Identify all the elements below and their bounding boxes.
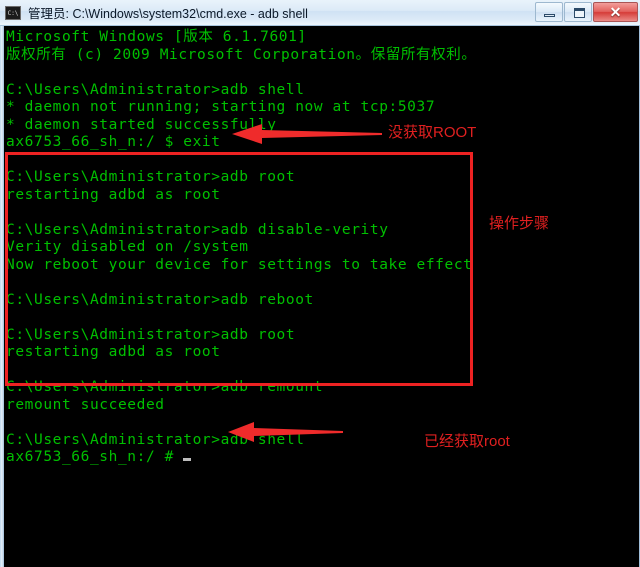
console-output-area[interactable]: Microsoft Windows [版本 6.1.7601] 版权所有 (c) … — [4, 27, 639, 567]
minimize-button[interactable] — [535, 2, 563, 22]
annotation-operation-steps: 操作步骤 — [489, 215, 550, 232]
maximize-button[interactable] — [564, 2, 592, 22]
console-line: C:\Users\Administrator>adb shell — [6, 81, 305, 98]
text-cursor — [182, 458, 191, 461]
console-line: Now reboot your device for settings to t… — [6, 256, 473, 273]
console-line: ax6753_66_sh_n:/ # — [6, 449, 637, 467]
annotation-no-root: 没获取ROOT — [388, 124, 477, 141]
console-line: ax6753_66_sh_n:/ $ exit — [6, 134, 221, 150]
console-line: C:\Users\Administrator>adb remount — [6, 379, 324, 395]
console-line: C:\Users\Administrator>adb shell — [6, 431, 305, 448]
title-bar[interactable]: C:\ 管理员: C:\Windows\system32\cmd.exe - a… — [0, 0, 640, 26]
console-line: Microsoft Windows [版本 6.1.7601] — [6, 29, 307, 45]
minimize-icon — [544, 14, 555, 17]
window-title: 管理员: C:\Windows\system32\cmd.exe - adb s… — [28, 7, 308, 21]
maximize-icon — [574, 8, 585, 18]
console-lines: Microsoft Windows [版本 6.1.7601] 版权所有 (c) … — [6, 29, 637, 467]
console-line: Verity disabled on /system — [6, 239, 249, 255]
close-button[interactable]: ✕ — [593, 2, 638, 22]
close-icon: ✕ — [609, 4, 622, 20]
console-line: restarting adbd as root — [6, 186, 221, 203]
cmd-icon: C:\ — [5, 5, 21, 20]
console-line: * daemon not running; starting now at tc… — [6, 99, 436, 115]
console-line: 版权所有 (c) 2009 Microsoft Corporation。保留所有… — [6, 46, 477, 63]
console-line: restarting adbd as root — [6, 344, 221, 360]
window-controls: ✕ — [534, 1, 638, 23]
annotation-has-root: 已经获取root — [424, 433, 510, 450]
console-line: C:\Users\Administrator>adb root — [6, 326, 296, 343]
console-line: C:\Users\Administrator>adb root — [6, 169, 296, 185]
console-line: * daemon started successfully — [6, 116, 277, 133]
cmd-window: C:\ 管理员: C:\Windows\system32\cmd.exe - a… — [0, 0, 640, 567]
console-line: C:\Users\Administrator>adb reboot — [6, 291, 314, 308]
console-line: remount succeeded — [6, 396, 165, 413]
